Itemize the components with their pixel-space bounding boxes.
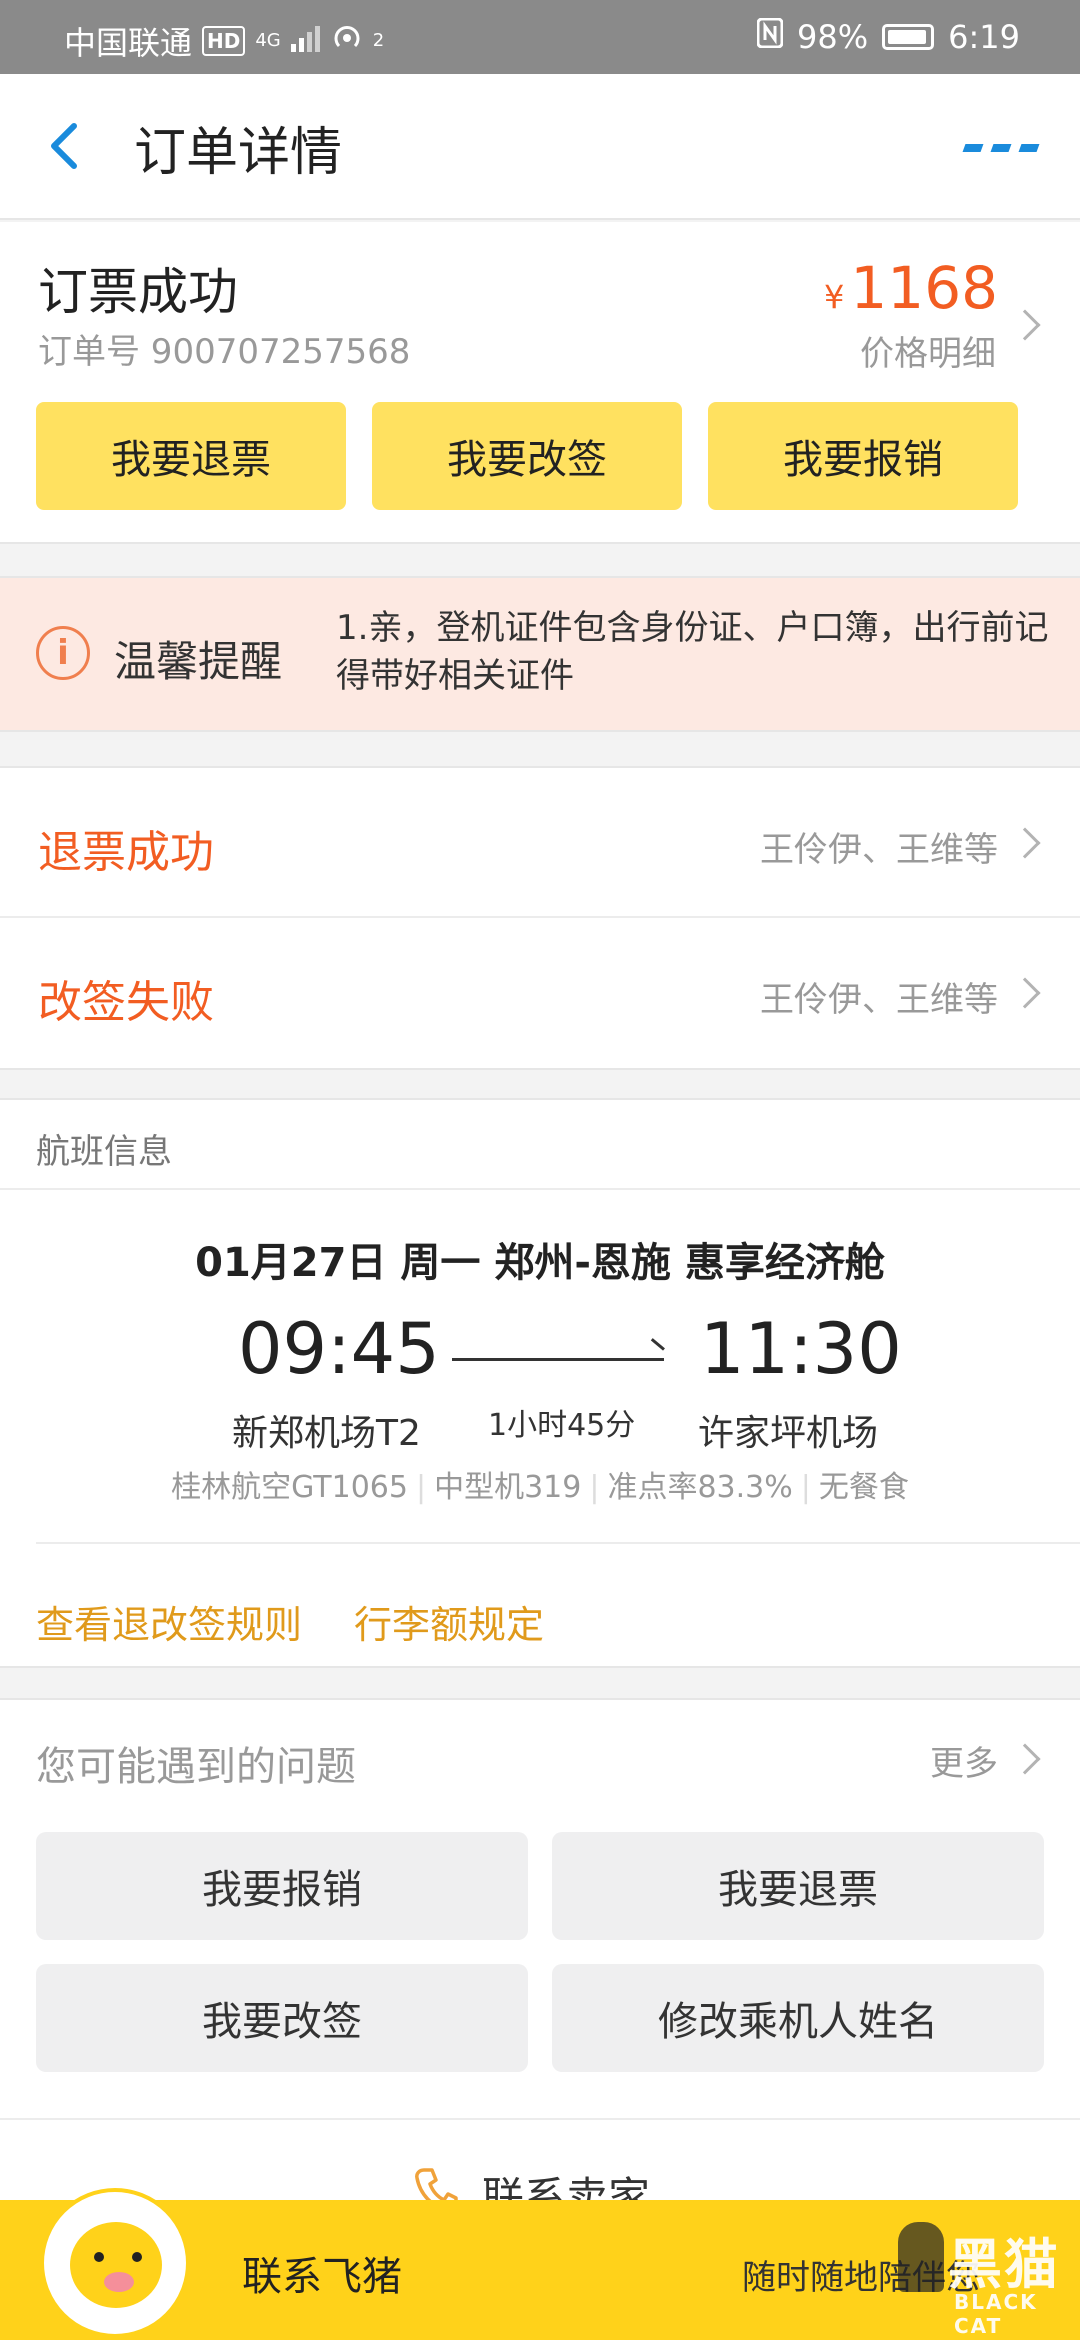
back-button[interactable] <box>44 116 94 176</box>
flight-meta: 桂林航空GT1065 | 中型机319 | 准点率83.3% | 无餐食 <box>0 1462 1080 1506</box>
divider: | <box>800 1470 811 1505</box>
faq-edit-passenger-name-button[interactable]: 修改乘机人姓名 <box>552 1964 1044 2072</box>
pig-mascot-icon <box>70 2222 162 2308</box>
network-type: 4G <box>255 30 281 51</box>
hd-badge: HD <box>202 26 246 56</box>
more-dot-icon <box>990 144 1012 152</box>
page-title: 订单详情 <box>134 123 343 183</box>
more-menu-button[interactable] <box>962 144 1040 152</box>
departure-airport: 新郑机场T2 <box>232 1413 421 1454</box>
on-time-rate: 准点率83.3% <box>607 1470 793 1505</box>
divider <box>36 1542 1080 1544</box>
battery-icon <box>882 24 935 50</box>
chevron-right-icon <box>1009 977 1041 1009</box>
reminder-title: 温馨提醒 <box>114 637 283 686</box>
divider: | <box>589 1470 600 1505</box>
flight-route: 01月27日 周一 郑州-恩施 惠享经济舱 <box>195 1240 885 1286</box>
currency-symbol: ¥ <box>824 278 845 316</box>
departure-time: 09:45 <box>238 1308 440 1390</box>
passenger-names: 王伶伊、王维等 <box>760 980 998 1020</box>
hotspot-count: 2 <box>372 30 385 51</box>
battery-percent: 98% <box>797 18 869 56</box>
order-number: 订单号 900707257568 <box>38 332 411 372</box>
arrival-airport: 许家坪机场 <box>698 1413 879 1454</box>
change-ticket-button[interactable]: 我要改签 <box>372 402 682 510</box>
chevron-right-icon <box>1009 309 1041 341</box>
ticket-status-list: 退票成功 王伶伊、王维等 改签失败 王伶伊、王维等 <box>0 766 1080 1070</box>
reminder-text: 1.亲，登机证件包含身份证、户口簿，出行前记得带好相关证件 <box>336 608 1049 696</box>
hotspot-icon <box>331 22 363 60</box>
more-dot-icon <box>1018 144 1040 152</box>
clock: 6:19 <box>948 18 1020 56</box>
price-amount: 1168 <box>850 254 998 322</box>
faq-change-button[interactable]: 我要改签 <box>36 1964 528 2072</box>
more-dot-icon <box>962 144 984 152</box>
meal-info: 无餐食 <box>818 1470 909 1505</box>
reimbursement-button[interactable]: 我要报销 <box>708 402 1018 510</box>
watermark-cn: 黑猫 <box>948 2233 1060 2296</box>
order-summary-card: 订票成功 订单号 900707257568 ¥ 1168 价格明细 我要退票 我… <box>0 222 1080 544</box>
mascot-nose <box>104 2272 134 2292</box>
flight-section-header: 航班信息 <box>36 1132 172 1172</box>
reminder-banner: i 温馨提醒 1.亲，登机证件包含身份证、户口簿，出行前记得带好相关证件 <box>0 576 1080 732</box>
divider: | <box>415 1470 427 1505</box>
flight-duration: 1小时45分 <box>488 1408 636 1443</box>
black-cat-watermark: 黑猫 BLACK CAT <box>898 2216 1064 2338</box>
mascot-eye <box>94 2252 104 2262</box>
faq-refund-button[interactable]: 我要退票 <box>552 1832 1044 1940</box>
status-right: 98% 6:19 <box>756 17 1020 56</box>
refund-button[interactable]: 我要退票 <box>36 402 346 510</box>
signal-icon <box>290 22 321 60</box>
airline-flight-no: 桂林航空GT1065 <box>171 1470 408 1505</box>
info-icon: i <box>36 626 90 680</box>
price-detail-link[interactable]: 价格明细 <box>860 326 996 375</box>
avatar <box>40 2188 190 2338</box>
arrow-right-icon <box>452 1358 664 1361</box>
faq-title: 您可能遇到的问题 <box>36 1744 356 1790</box>
nav-bar: 订单详情 <box>0 74 1080 220</box>
faq-grid: 我要报销 我要退票 我要改签 修改乘机人姓名 <box>36 1832 1044 2072</box>
passenger-names: 王伶伊、王维等 <box>760 830 998 870</box>
order-actions: 我要退票 我要改签 我要报销 <box>36 402 1018 510</box>
refund-status: 退票成功 <box>38 827 214 878</box>
change-status: 改签失败 <box>38 977 214 1028</box>
status-left: 中国联通 HD 4G 2 <box>64 18 384 64</box>
chevron-left-icon <box>51 123 77 169</box>
list-item[interactable]: 改签失败 王伶伊、王维等 <box>0 918 1080 1068</box>
arrival-time: 11:30 <box>700 1308 902 1390</box>
list-item[interactable]: 退票成功 王伶伊、王维等 <box>0 768 1080 918</box>
cat-logo-icon <box>898 2222 944 2292</box>
carrier-name: 中国联通 <box>64 24 193 62</box>
faq-reimbursement-button[interactable]: 我要报销 <box>36 1832 528 1940</box>
status-bar: 中国联通 HD 4G 2 98% 6:19 <box>0 0 1080 74</box>
watermark-en: BLACK CAT <box>954 2290 1038 2338</box>
faq-section: 您可能遇到的问题 更多 我要报销 我要退票 我要改签 修改乘机人姓名 <box>0 1698 1080 2118</box>
chevron-right-icon <box>1009 1743 1041 1775</box>
mascot-eye <box>132 2252 142 2262</box>
nfc-icon <box>756 17 784 56</box>
divider <box>0 1188 1080 1190</box>
baggage-rules-link[interactable]: 行李额规定 <box>354 1594 544 1649</box>
refund-change-rules-link[interactable]: 查看退改签规则 <box>36 1594 302 1649</box>
contact-fliggy-label: 联系飞猪 <box>242 2254 402 2300</box>
chevron-right-icon <box>1009 827 1041 859</box>
aircraft-type: 中型机319 <box>434 1470 582 1505</box>
price-total[interactable]: ¥ 1168 <box>824 254 998 322</box>
faq-more-link[interactable]: 更多 <box>930 1736 998 1785</box>
order-status: 订票成功 <box>38 263 238 321</box>
flight-info-card: 航班信息 01月27日 周一 郑州-恩施 惠享经济舱 09:45 11:30 1… <box>0 1098 1080 1668</box>
